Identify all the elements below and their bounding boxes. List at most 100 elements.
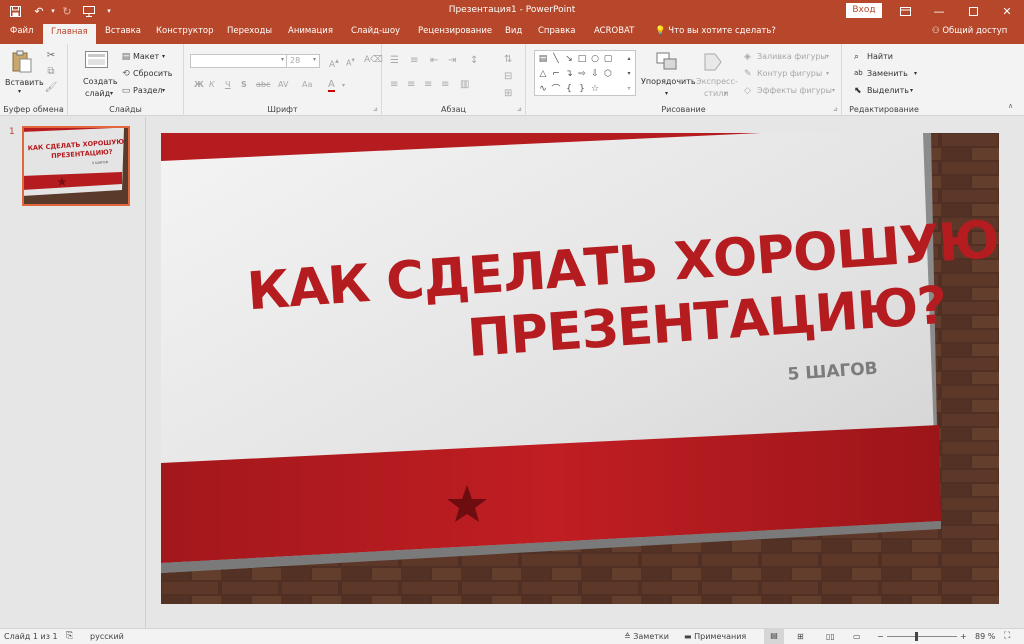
shape-oval-icon[interactable]: ○ [589,53,601,64]
shape-rectangle-icon[interactable]: □ [576,53,588,64]
new-slide-label-2[interactable]: слайд [85,89,110,98]
tab-transitions[interactable]: Переходы [227,26,272,36]
shape-effects-button[interactable]: Эффекты фигуры [757,86,832,95]
reading-view-icon[interactable]: ▯▯ [826,632,835,641]
maximize-icon[interactable] [956,0,990,22]
shape-effects-dropdown-icon[interactable]: ▾ [832,87,835,94]
line-spacing-icon[interactable]: ↕ [470,55,478,66]
paste-icon[interactable] [8,49,36,75]
clear-formatting-icon[interactable]: A⌫ [364,55,383,65]
shape-curve-icon[interactable]: ∿ [537,83,549,94]
shape-arrow-line-icon[interactable]: ↘ [563,53,575,64]
shape-line-icon[interactable]: ╲ [550,53,562,64]
bullets-icon[interactable]: ☰ [390,55,399,66]
smartart-icon[interactable]: ⊞ [504,88,512,99]
find-button[interactable]: Найти [867,52,893,61]
tab-file[interactable]: Файл [10,26,33,36]
new-slide-dropdown-icon[interactable]: ▾ [110,90,113,97]
shape-fill-button[interactable]: Заливка фигуры [757,52,827,61]
arrange-dropdown-icon[interactable]: ▾ [665,90,668,97]
tab-insert[interactable]: Вставка [105,26,141,36]
gallery-down-icon[interactable]: ▾ [623,68,635,79]
tab-review[interactable]: Рецензирование [418,26,492,36]
shape-brace-right-icon[interactable]: } [576,83,588,94]
text-direction-icon[interactable]: ⇅ [504,54,512,65]
redo-icon[interactable]: ↻ [58,3,76,19]
bold-button[interactable]: Ж [194,80,204,89]
arrange-icon[interactable] [654,50,680,74]
shape-star-icon[interactable]: ☆ [589,83,601,94]
shape-triangle-icon[interactable]: △ [537,68,549,79]
paste-dropdown-icon[interactable]: ▾ [18,88,21,95]
font-launcher-icon[interactable]: ⊿ [373,106,378,113]
shape-rounded-rect-icon[interactable]: ▢ [602,53,614,64]
cut-icon[interactable]: ✂ [44,49,58,61]
tab-animations[interactable]: Анимация [288,26,333,36]
paste-button[interactable]: Вставить [5,78,44,87]
replace-dropdown-icon[interactable]: ▾ [914,70,917,77]
fit-slide-icon[interactable]: ⛶ [1004,631,1010,641]
section-button[interactable]: Раздел [133,86,163,95]
section-dropdown-icon[interactable]: ▾ [162,87,165,94]
shape-elbow-arrow-icon[interactable]: ↴ [563,68,575,79]
align-right-icon[interactable]: ≡ [424,79,432,90]
tab-home[interactable]: Главная [43,24,96,44]
new-slide-label[interactable]: Создать [83,77,118,86]
slide-thumbnail[interactable]: КАК СДЕЛАТЬ ХОРОШУЮ ПРЕЗЕНТАЦИЮ? 5 ШАГОВ [22,126,130,206]
slide-counter[interactable]: Слайд 1 из 1 [4,632,58,641]
minimize-icon[interactable]: — [922,0,956,22]
font-name-select[interactable]: ▾ [190,54,288,68]
align-text-icon[interactable]: ⊟ [504,71,512,82]
strikethrough-button[interactable]: abc [256,80,270,89]
tab-design[interactable]: Конструктор [156,26,214,36]
text-shadow-button[interactable]: S [241,80,247,89]
font-name-dropdown-icon[interactable]: ▾ [281,56,284,63]
decrease-font-icon[interactable]: A▾ [346,56,355,68]
font-color-button[interactable]: A [328,79,335,92]
shape-freeform-icon[interactable]: ⌒ [550,83,562,95]
close-icon[interactable]: ✕ [990,0,1024,22]
shape-outline-button[interactable]: Контур фигуры [757,69,822,78]
font-color-dropdown-icon[interactable]: ▾ [342,82,345,89]
tab-help[interactable]: Справка [538,26,575,36]
font-size-select[interactable]: 28 ▾ [286,54,320,68]
gallery-up-icon[interactable]: ▴ [623,53,635,64]
align-center-icon[interactable]: ≡ [407,79,415,90]
increase-font-icon[interactable]: A▴ [329,56,339,70]
sign-in-button[interactable]: Вход [846,3,882,18]
spellcheck-icon[interactable]: ⎘ [66,631,73,641]
increase-indent-icon[interactable]: ⇥ [448,55,456,66]
shape-wave-icon[interactable]: ⬡ [602,68,614,79]
tab-slideshow[interactable]: Слайд-шоу [351,26,400,36]
layout-dropdown-icon[interactable]: ▾ [162,53,165,60]
zoom-slider-thumb[interactable] [915,632,918,641]
drawing-launcher-icon[interactable]: ⊿ [833,106,838,113]
zoom-level[interactable]: 89 % [975,632,995,641]
justify-icon[interactable]: ≡ [441,79,449,90]
shape-brace-left-icon[interactable]: { [563,83,575,94]
format-painter-icon[interactable]: 🖌 [44,81,58,93]
zoom-slider[interactable] [887,632,957,641]
customize-qat-icon[interactable]: ▾ [100,3,118,19]
collapse-ribbon-icon[interactable]: ∧ [1008,102,1013,110]
select-button[interactable]: Выделить [867,86,909,95]
columns-icon[interactable]: ▥ [460,79,469,90]
share-button[interactable]: ⚇ Общий доступ [932,26,1007,36]
paragraph-launcher-icon[interactable]: ⊿ [517,106,522,113]
start-slideshow-icon[interactable] [80,3,98,19]
reset-button[interactable]: Сбросить [133,69,172,78]
slide-1[interactable]: КАК СДЕЛАТЬ ХОРОШУЮ ПРЕЗЕНТАЦИЮ? 5 ШАГОВ [161,133,999,604]
language-indicator[interactable]: русский [90,632,124,641]
comments-button[interactable]: ▬ Примечания [684,632,746,641]
ribbon-display-options-icon[interactable] [888,0,922,22]
font-size-dropdown-icon[interactable]: ▾ [313,56,316,63]
italic-button[interactable]: К [209,80,215,89]
numbering-icon[interactable]: ≡ [410,55,418,66]
select-dropdown-icon[interactable]: ▾ [910,87,913,94]
slide-sorter-icon[interactable]: ⊞ [797,632,804,641]
quick-styles-button[interactable]: Экспресс- [696,77,738,86]
normal-view-icon[interactable]: ▤ [764,629,784,644]
replace-button[interactable]: Заменить [867,69,908,78]
shape-down-arrow-icon[interactable]: ⇩ [589,68,601,79]
tab-view[interactable]: Вид [505,26,522,36]
